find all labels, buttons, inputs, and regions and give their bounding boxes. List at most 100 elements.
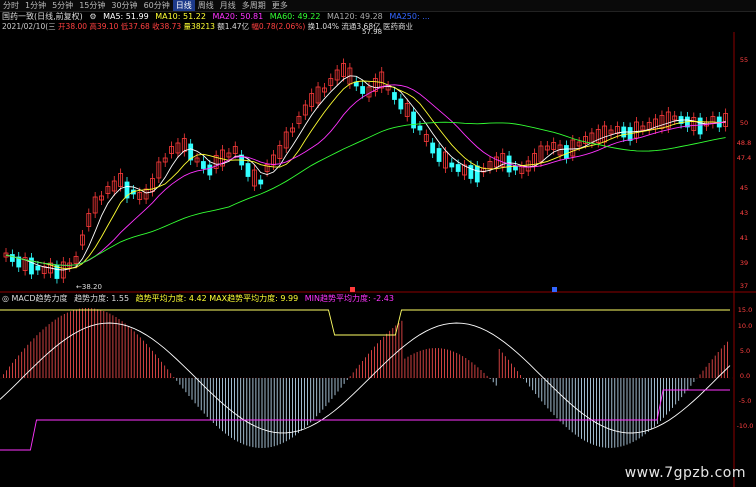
macd-histogram-bar bbox=[635, 378, 637, 441]
macd-histogram-bar bbox=[590, 378, 591, 444]
macd-histogram-bar bbox=[127, 326, 129, 378]
macd-histogram-bar bbox=[249, 378, 251, 447]
macd-histogram-bar bbox=[133, 331, 135, 378]
macd-histogram-bar bbox=[471, 362, 473, 378]
macd-histogram-bar bbox=[532, 378, 534, 391]
macd-histogram-bar bbox=[556, 378, 558, 419]
macd-histogram-bar bbox=[328, 378, 330, 403]
macd-histogram-bar bbox=[273, 378, 275, 447]
macd-histogram-bar bbox=[419, 350, 421, 378]
macd-histogram-bar bbox=[358, 364, 360, 378]
chart-canvas[interactable]: 55 50 48.8 47.4 45 43 41 39 37 15.0 10.0 5.0 0.0 -5.0… bbox=[0, 0, 756, 487]
macd-histogram-bar bbox=[121, 321, 123, 378]
macd-histogram-bar bbox=[24, 348, 26, 378]
macd-histogram-bar bbox=[480, 370, 482, 378]
macd-histogram-bar bbox=[152, 350, 153, 378]
candles-group bbox=[3, 58, 729, 284]
macd-histogram-bar bbox=[82, 308, 83, 378]
macd-histogram-bar bbox=[276, 378, 278, 446]
moving-average-line bbox=[5, 84, 726, 266]
macd-histogram-bar bbox=[63, 314, 65, 378]
macd-histogram-bar bbox=[468, 360, 470, 378]
macd-histogram-bar bbox=[708, 363, 710, 378]
candle-body bbox=[411, 111, 416, 129]
macd-histogram-bar bbox=[289, 378, 290, 440]
macd-histogram-bar bbox=[681, 378, 683, 398]
macd-histogram-bar bbox=[36, 335, 38, 378]
macd-histogram-bar bbox=[428, 348, 430, 378]
macd-histogram-bar bbox=[501, 352, 503, 378]
macd-histogram-bar bbox=[392, 328, 394, 378]
macd-histogram-bar bbox=[267, 378, 269, 448]
macd-histogram-bar bbox=[349, 376, 351, 378]
indicator-menu-icon[interactable]: ◎ bbox=[2, 294, 9, 303]
macd-histogram-bar bbox=[666, 378, 667, 415]
macd-histogram-bar bbox=[73, 310, 74, 378]
macd-histogram-bar bbox=[106, 312, 108, 378]
macd-histogram-bar bbox=[672, 378, 673, 408]
macd-histogram-bar bbox=[136, 334, 138, 378]
macd-histogram-bar bbox=[675, 378, 677, 405]
macd-tick-label: 5.0 bbox=[740, 347, 750, 355]
macd-histogram-bar bbox=[362, 361, 363, 378]
candle-body bbox=[207, 164, 213, 176]
macd-histogram-bar bbox=[258, 378, 260, 448]
macd-histogram-bar bbox=[70, 311, 71, 378]
macd-histogram-bar bbox=[462, 356, 464, 378]
candle-body bbox=[436, 148, 442, 162]
event-marker[interactable] bbox=[552, 287, 557, 292]
macd-histogram-bar bbox=[474, 364, 476, 378]
macd-histogram-bar bbox=[307, 378, 308, 426]
macd-histogram-bar bbox=[182, 378, 184, 389]
macd-histogram-bar bbox=[270, 378, 272, 447]
macd-histogram-bar bbox=[416, 352, 418, 378]
macd-histogram-bar bbox=[118, 319, 120, 378]
macd-histogram-bar bbox=[663, 378, 664, 418]
macd-histogram-bar bbox=[486, 375, 488, 378]
macd-histogram-bar bbox=[6, 370, 7, 378]
macd-histogram-bar bbox=[641, 378, 643, 437]
macd-histogram-bar bbox=[577, 378, 579, 437]
macd-histogram-bar bbox=[602, 378, 604, 448]
macd-histogram-bar bbox=[88, 308, 89, 378]
macd-histogram-bar bbox=[304, 378, 305, 428]
macd-histogram-bar bbox=[596, 378, 597, 446]
macd-histogram-bar bbox=[504, 356, 506, 378]
macd-histogram-bar bbox=[206, 378, 208, 417]
macd-histogram-bar bbox=[103, 311, 105, 378]
macd-tick-label: -5.0 bbox=[739, 397, 752, 405]
macd-histogram-bar bbox=[231, 378, 232, 438]
macd-histogram-bar bbox=[517, 371, 518, 378]
macd-histogram-bar bbox=[550, 378, 552, 412]
macd-histogram-bar bbox=[660, 378, 661, 421]
macd-histogram-bar bbox=[337, 378, 339, 392]
axes-group: 55 50 48.8 47.4 45 43 41 39 37 15.0 10.0 5.0 0.0 -5.0… bbox=[737, 56, 754, 430]
macd-histogram-bar bbox=[711, 359, 713, 378]
candle-body bbox=[245, 163, 251, 177]
macd-histogram-bar bbox=[386, 333, 388, 378]
macd-histogram-bar bbox=[197, 378, 199, 407]
macd-histogram-bar bbox=[727, 341, 728, 378]
candle-body bbox=[360, 86, 366, 94]
macd-histogram-bar bbox=[310, 378, 312, 423]
macd-histogram-bar bbox=[209, 378, 211, 420]
macd-histogram-bar bbox=[553, 378, 555, 416]
macd-histogram-bar bbox=[511, 363, 512, 378]
macd-histogram-bar bbox=[60, 315, 62, 378]
macd-histogram-bar bbox=[705, 366, 707, 378]
macd-histogram-bar bbox=[264, 378, 266, 448]
event-marker[interactable] bbox=[350, 287, 355, 292]
macd-histogram-bar bbox=[632, 378, 634, 442]
macd-histogram-bar bbox=[173, 377, 175, 378]
macd-histogram-bar bbox=[79, 308, 80, 378]
macd-histogram-bar bbox=[365, 357, 366, 378]
macd-histogram-bar bbox=[252, 378, 254, 448]
macd-histogram-bar bbox=[285, 378, 287, 442]
candle-body bbox=[474, 165, 480, 183]
macd-histogram-bar bbox=[541, 378, 543, 402]
macd-histogram-bar bbox=[723, 345, 725, 378]
macd-histogram-bar bbox=[54, 319, 56, 378]
macd-histogram-bar bbox=[593, 378, 594, 445]
macd-histogram-bar bbox=[441, 348, 442, 378]
macd-histogram-bar bbox=[185, 378, 187, 393]
